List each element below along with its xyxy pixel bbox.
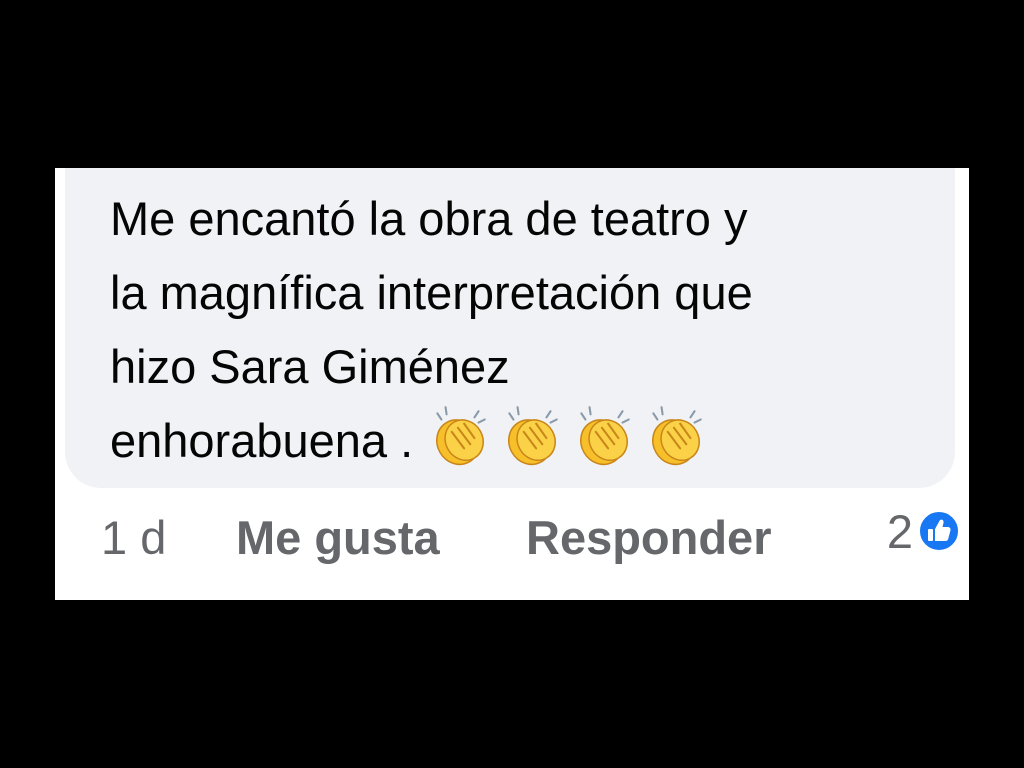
like-button[interactable]: Me gusta xyxy=(236,505,440,571)
comment-bubble: Me encantó la obra de teatro y la magníf… xyxy=(65,168,955,488)
comment-line: Me encantó la obra de teatro y xyxy=(110,192,748,245)
clap-icon xyxy=(436,406,486,466)
reaction-count: 2 xyxy=(886,504,913,558)
timestamp[interactable]: 1 d xyxy=(101,505,166,571)
comment-line: la magnífica interpretación que xyxy=(110,266,753,319)
emoji-row xyxy=(427,396,715,470)
comment-card: Me encantó la obra de teatro y la magníf… xyxy=(55,168,969,600)
clap-icon xyxy=(508,406,558,466)
reply-button[interactable]: Responder xyxy=(526,505,772,571)
comment-actions: 1 d Me gusta Responder 2 xyxy=(101,505,961,571)
comment-line-text: enhorabuena . xyxy=(110,414,414,467)
thumbs-up-icon xyxy=(918,510,960,552)
comment-text: Me encantó la obra de teatro y la magníf… xyxy=(110,182,940,482)
clap-icon xyxy=(580,406,630,466)
clap-icon xyxy=(652,406,702,466)
reaction-summary[interactable]: 2 xyxy=(887,501,961,561)
comment-line: hizo Sara Giménez xyxy=(110,340,510,393)
comment-line: enhorabuena . xyxy=(110,404,940,482)
